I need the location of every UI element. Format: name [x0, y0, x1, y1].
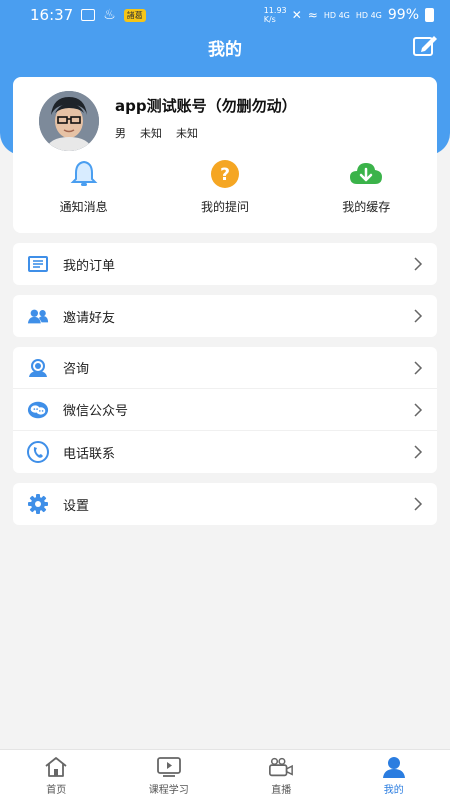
status-bar: 16:37 ♨ 諸葛 11.93 K/s ✕ ≈ HD 4G HD 4G 99% — [0, 0, 450, 30]
phone-icon — [27, 441, 49, 463]
tab-label-mine: 我的 — [383, 784, 404, 796]
chevron-right-icon — [414, 309, 423, 323]
chevron-right-icon — [414, 445, 423, 459]
image-icon — [81, 9, 96, 21]
mute-icon: ✕ — [291, 8, 302, 22]
user-icon — [381, 755, 407, 779]
chevron-right-icon — [414, 257, 423, 271]
menu-label-phone: 电话联系 — [63, 446, 116, 462]
my-cache-label: 我的缓存 — [342, 200, 391, 214]
menu-label-settings: 设置 — [63, 498, 90, 514]
menu-item-settings[interactable]: 设置 — [13, 483, 437, 525]
app-badge: 諸葛 — [123, 8, 146, 22]
status-time: 16:37 — [30, 6, 74, 24]
menu-label-consult: 咨询 — [63, 362, 90, 377]
orders-icon — [27, 253, 49, 275]
my-cache-button[interactable]: 我的缓存 — [311, 159, 421, 215]
tab-mine[interactable]: 我的 — [344, 755, 444, 796]
tab-courses[interactable]: 课程学习 — [119, 755, 219, 796]
headset-icon — [27, 357, 49, 379]
my-questions-button[interactable]: ? 我的提问 — [170, 159, 280, 215]
tab-live[interactable]: 直播 — [231, 755, 331, 796]
menu-item-orders[interactable]: 我的订单 — [13, 243, 437, 285]
contact-card: 咨询 微信公众号 电话联系 — [13, 347, 437, 473]
profile-field-2: 未知 — [140, 127, 162, 140]
menu-item-wechat[interactable]: 微信公众号 — [13, 389, 437, 431]
tab-label-live: 直播 — [271, 784, 292, 796]
user-meta: 男 未知 未知 — [115, 125, 198, 141]
menu-label-invite: 邀请好友 — [63, 310, 116, 326]
notification-icon: ♨ — [103, 7, 116, 23]
camera-icon — [268, 755, 294, 779]
tab-label-courses: 课程学习 — [148, 784, 189, 796]
user-name: app测试账号（勿删勿动） — [115, 97, 297, 115]
wifi-icon: ≈ — [307, 8, 318, 22]
profile-card: app测试账号（勿删勿动） 男 未知 未知 通知消息 ? 我的提问 我的缓存 — [13, 77, 437, 233]
battery-icon — [425, 8, 434, 22]
tab-label-home: 首页 — [46, 784, 67, 796]
bell-icon — [67, 159, 101, 189]
title-bar: 我的 — [0, 30, 450, 64]
chevron-right-icon — [414, 402, 423, 417]
bottom-tab-bar: 首页 课程学习 直播 我的 — [0, 749, 450, 800]
orders-card: 我的订单 — [13, 243, 437, 285]
signal-2: HD 4G — [355, 10, 382, 20]
notifications-button[interactable]: 通知消息 — [29, 159, 139, 215]
menu-item-invite[interactable]: 邀请好友 — [13, 295, 437, 337]
quick-actions: 通知消息 ? 我的提问 我的缓存 — [13, 159, 437, 223]
menu-item-consult[interactable]: 咨询 — [13, 347, 437, 389]
signal-1: HD 4G — [323, 10, 350, 20]
svg-text:?: ? — [220, 165, 230, 185]
home-icon — [43, 755, 69, 779]
profile-field-3: 未知 — [176, 127, 198, 140]
tab-home[interactable]: 首页 — [6, 755, 106, 796]
battery-level: 99% — [387, 7, 419, 23]
avatar[interactable] — [39, 91, 99, 151]
menu-label-wechat: 微信公众号 — [63, 404, 129, 419]
edit-icon[interactable] — [412, 34, 438, 58]
net-speed: 11.93 K/s — [263, 6, 287, 24]
play-icon — [156, 755, 182, 779]
menu-label-orders: 我的订单 — [63, 258, 116, 274]
users-icon — [27, 305, 49, 327]
settings-card: 设置 — [13, 483, 437, 525]
gear-icon — [27, 493, 49, 515]
cloud-download-icon — [349, 159, 383, 189]
wechat-icon — [27, 399, 49, 421]
avatar-image — [39, 91, 99, 151]
chevron-right-icon — [414, 360, 423, 375]
invite-card: 邀请好友 — [13, 295, 437, 337]
question-icon: ? — [208, 159, 242, 189]
notifications-label: 通知消息 — [59, 200, 108, 214]
my-questions-label: 我的提问 — [200, 200, 249, 214]
gender: 男 — [115, 127, 126, 140]
page-title: 我的 — [208, 39, 242, 60]
menu-item-phone[interactable]: 电话联系 — [13, 431, 437, 473]
chevron-right-icon — [414, 497, 423, 511]
